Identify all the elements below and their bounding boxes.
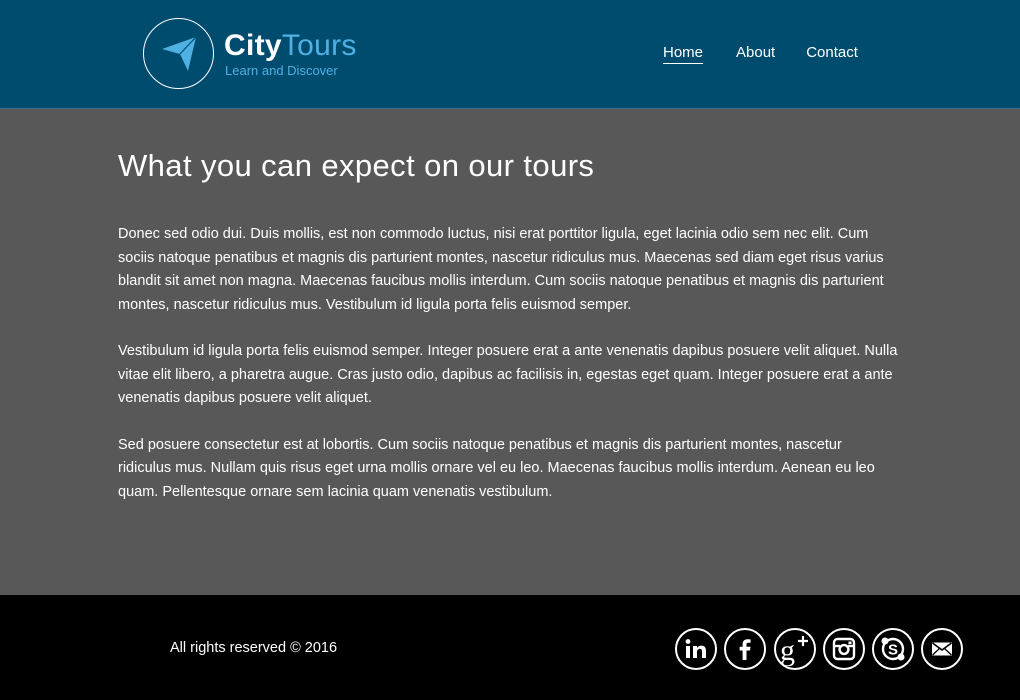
logo-text: CityTours Learn and Discover	[224, 28, 357, 78]
skype-link[interactable]: S	[872, 628, 915, 670]
linkedin-icon	[685, 639, 706, 658]
page-title: What you can expect on our tours	[118, 148, 595, 183]
nav-about[interactable]: About	[736, 44, 775, 64]
main-nav: Home About Contact	[663, 44, 858, 64]
nav-contact[interactable]: Contact	[806, 44, 858, 64]
logo-tagline: Learn and Discover	[225, 62, 338, 78]
paragraph-3: Sed posuere consectetur est at lobortis.…	[118, 436, 875, 500]
skype-icon: S	[881, 637, 905, 661]
logo-title-city: City	[224, 28, 282, 62]
paragraph-1: Donec sed odio dui. Duis mollis, est non…	[118, 226, 884, 313]
google-plus-icon: g	[780, 634, 808, 666]
email-link[interactable]	[921, 628, 964, 670]
paragraph-2: Vestibulum id ligula porta felis euismod…	[118, 343, 898, 406]
instagram-icon	[832, 637, 856, 661]
facebook-icon	[739, 639, 751, 660]
instagram-link[interactable]	[822, 628, 865, 670]
main-content: What you can expect on our tours Donec s…	[118, 148, 898, 504]
google-plus-link[interactable]: g	[773, 628, 816, 670]
facebook-link[interactable]	[724, 628, 767, 670]
svg-text:g: g	[780, 634, 795, 666]
logo-circle	[143, 18, 214, 89]
site-footer: All rights reserved © 2016 g S	[0, 595, 1020, 700]
svg-text:S: S	[888, 642, 898, 659]
logo-title-tours: Tours	[281, 28, 357, 62]
linkedin-link[interactable]	[675, 628, 717, 670]
logo-link[interactable]: CityTours Learn and Discover	[143, 18, 357, 89]
paper-plane-arrow-icon	[161, 36, 196, 71]
copyright-text: All rights reserved © 2016	[170, 640, 338, 656]
email-icon	[932, 642, 953, 656]
social-links: g S	[675, 628, 964, 670]
site-header: CityTours Learn and Discover Home About …	[0, 0, 1020, 109]
nav-home[interactable]: Home	[663, 44, 704, 64]
logo-title: CityTours	[224, 28, 357, 62]
